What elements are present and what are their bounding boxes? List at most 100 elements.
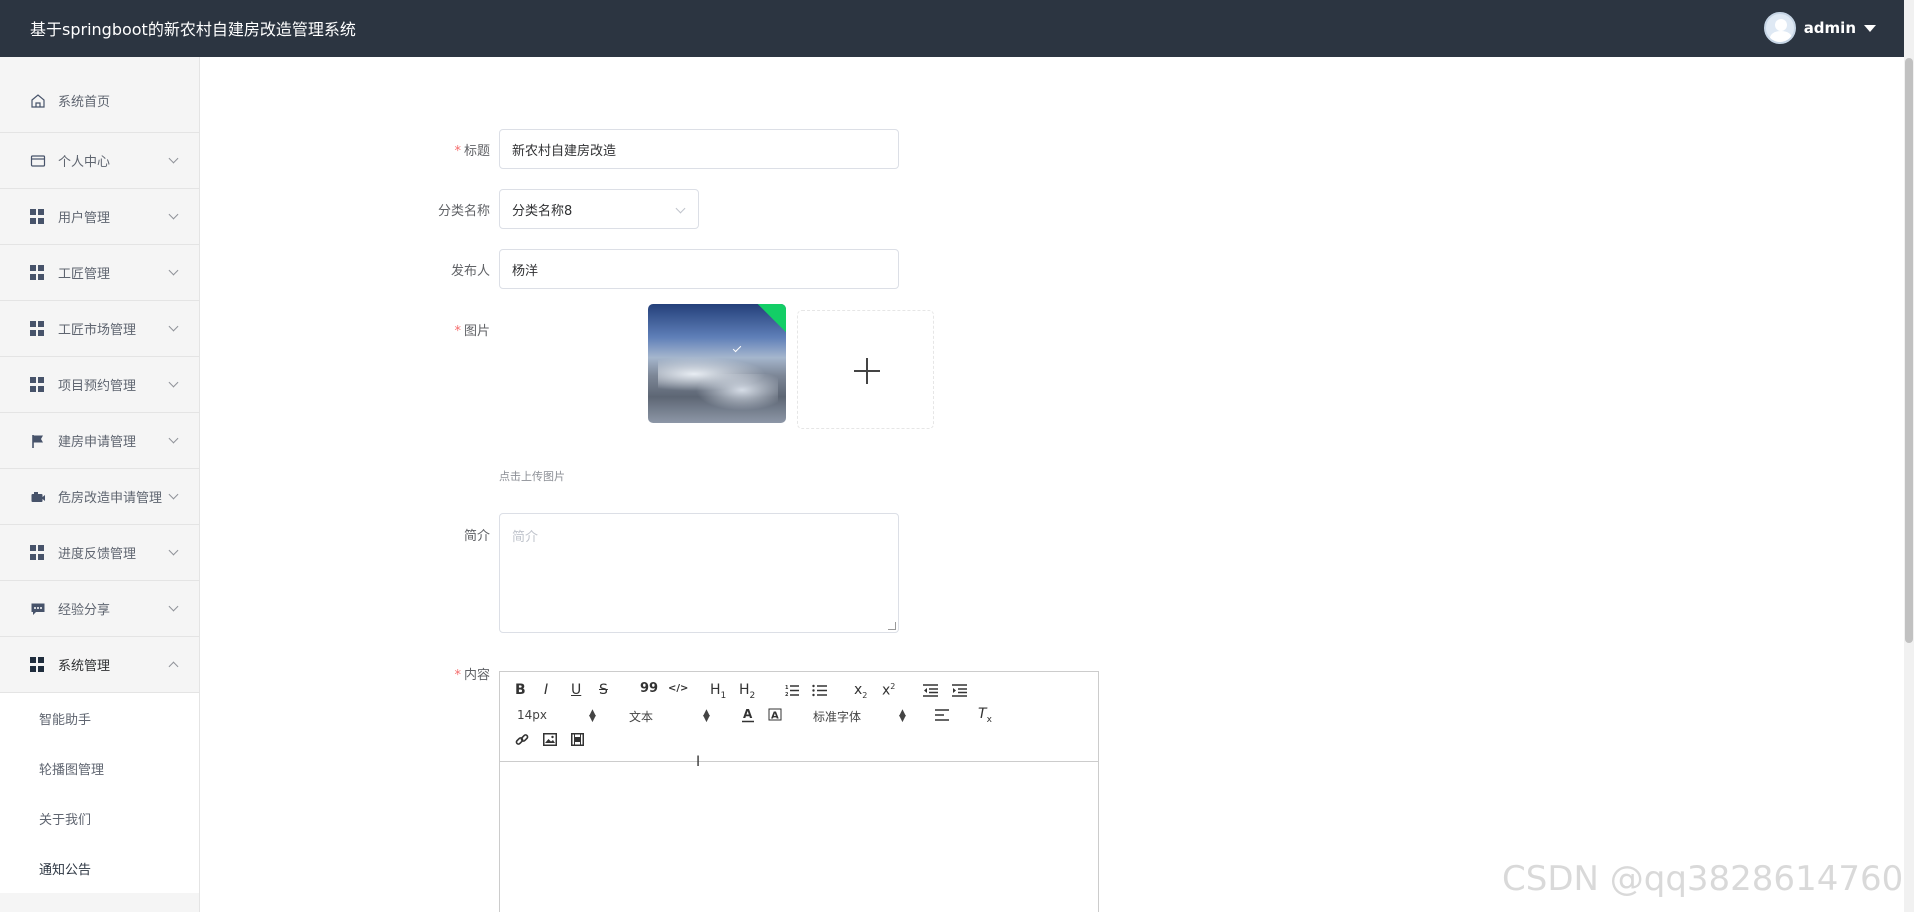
sidebar-item-label: 工匠管理 [58,267,111,282]
grid-icon [30,656,46,673]
superscript-button[interactable]: x2 [882,682,895,699]
category-label: 分类名称 [437,204,490,219]
sidebar-item-project-booking[interactable]: 项目预约管理 [0,357,199,413]
sidebar-item-craftsman-market[interactable]: 工匠市场管理 [0,301,199,357]
sidebar-item-building-application[interactable]: 建房申请管理 [0,413,199,469]
submenu-item-carousel[interactable]: 轮播图管理 [0,743,199,793]
indent-icon[interactable] [952,684,967,697]
sidebar-item-dangerous-house[interactable]: 危房改造申请管理 [0,469,199,525]
grid-icon [30,264,46,281]
sidebar-item-progress-feedback[interactable]: 进度反馈管理 [0,525,199,581]
sidebar-item-craftsmen[interactable]: 工匠管理 [0,245,199,301]
submenu-item-about[interactable]: 关于我们 [0,793,199,843]
submenu-item-assistant[interactable]: 智能助手 [0,693,199,743]
upload-tip: 点击上传图片 [499,470,565,483]
content-label: * 内容 [454,668,490,683]
font-size-picker[interactable]: 14px ▲ ▼ [517,708,596,724]
image-icon[interactable] [543,733,557,746]
avatar[interactable] [1763,12,1796,44]
username[interactable]: admin [1804,19,1856,37]
italic-button[interactable]: I [544,682,548,698]
text-cursor-icon: I [696,754,701,770]
bullet-list-icon[interactable] [812,684,827,697]
user-menu[interactable]: admin [1763,11,1876,45]
sidebar-item-experience-share[interactable]: 经验分享 [0,581,199,637]
svg-text:A: A [771,711,779,722]
summary-textarea[interactable]: 简介 [499,513,899,633]
underline-button[interactable]: U [571,682,581,698]
resize-handle[interactable] [888,622,896,630]
chevron-up-icon [168,661,179,672]
font-family-picker[interactable]: 标准字体 ▲ ▼ [813,708,906,725]
success-badge [757,304,786,333]
chevron-down-icon [168,545,179,556]
flag-icon [32,434,43,448]
link-icon[interactable] [515,733,529,747]
svg-text:A: A [743,707,753,721]
bold-button[interactable]: B [515,682,526,698]
sidebar-item-system[interactable]: 系统管理 [0,637,199,693]
submenu-system: 智能助手 轮播图管理 关于我们 通知公告 [0,693,199,893]
camera-icon [31,491,45,502]
rich-text-editor[interactable]: B I U S 99 </> H1 H2 12 x2 x2 14px ▲ ▼ 文本 ▲… [499,671,1099,912]
chevron-down-icon [168,265,179,276]
credit-card-icon [30,154,46,167]
ordered-list-icon[interactable]: 12 [785,684,799,697]
uploaded-image-thumbnail[interactable] [648,304,786,423]
sidebar-item-profile[interactable]: 个人中心 [0,133,199,189]
check-icon [732,343,742,353]
grid-icon [30,320,46,337]
chevron-down-icon [168,433,179,444]
svg-text:2: 2 [785,692,789,697]
code-block-button[interactable]: </> [668,683,688,694]
caret-down-icon[interactable] [1864,24,1876,32]
chevron-down-icon [168,209,179,220]
header1-button[interactable]: H1 [710,682,726,701]
image-upload-button[interactable] [797,310,934,429]
sidebar-item-label: 进度反馈管理 [58,547,137,562]
grid-icon [30,208,46,225]
sidebar-item-label: 工匠市场管理 [58,323,137,338]
background-color-icon[interactable]: A [768,707,782,723]
clear-format-button[interactable]: Tx [978,706,992,725]
grid-icon [30,544,46,561]
category-select[interactable]: 分类名称8 [499,189,699,229]
publisher-input[interactable]: 杨洋 [499,249,899,289]
chevron-down-icon [168,489,179,500]
editor-content-area[interactable] [500,762,1098,912]
submenu-item-notices[interactable]: 通知公告 [0,843,199,893]
sidebar-item-label: 用户管理 [58,211,111,226]
top-navbar: 基于springboot的新农村自建房改造管理系统 admin [0,0,1904,57]
header2-button[interactable]: H2 [739,682,755,701]
align-left-icon[interactable] [935,709,949,721]
scrollbar-thumb[interactable] [1905,58,1913,643]
blockquote-button[interactable]: 99 [640,681,658,696]
title-label: * 标题 [454,144,490,159]
font-color-icon[interactable]: A [741,707,755,723]
summary-label: 简介 [463,529,490,544]
sidebar-item-label: 系统首页 [58,95,111,110]
subscript-button[interactable]: x2 [854,682,867,700]
chevron-down-icon [168,601,179,612]
sidebar-item-label: 个人中心 [58,155,111,170]
image-label: * 图片 [454,324,490,339]
chevron-down-icon [168,321,179,332]
sidebar-item-label: 经验分享 [58,603,111,618]
strike-button[interactable]: S [599,682,608,698]
sidebar-item-label: 危房改造申请管理 [58,491,163,506]
app-title: 基于springboot的新农村自建房改造管理系统 [30,20,356,39]
outdent-icon[interactable] [923,684,938,697]
sidebar-item-home[interactable]: 系统首页 [0,57,199,133]
sidebar-item-label: 系统管理 [58,659,111,674]
video-icon[interactable] [571,733,584,746]
chat-icon [31,603,45,615]
sidebar-item-label: 建房申请管理 [58,435,137,450]
sidebar-item-label: 项目预约管理 [58,379,137,394]
title-input[interactable]: 新农村自建房改造 [499,129,899,169]
sidebar-item-users[interactable]: 用户管理 [0,189,199,245]
scrollbar[interactable] [1904,0,1914,912]
grid-icon [30,376,46,393]
publisher-label: 发布人 [450,264,490,279]
watermark: CSDN @qq3828614760 [1502,859,1904,899]
paragraph-picker[interactable]: 文本 ▲ ▼ [629,708,710,725]
